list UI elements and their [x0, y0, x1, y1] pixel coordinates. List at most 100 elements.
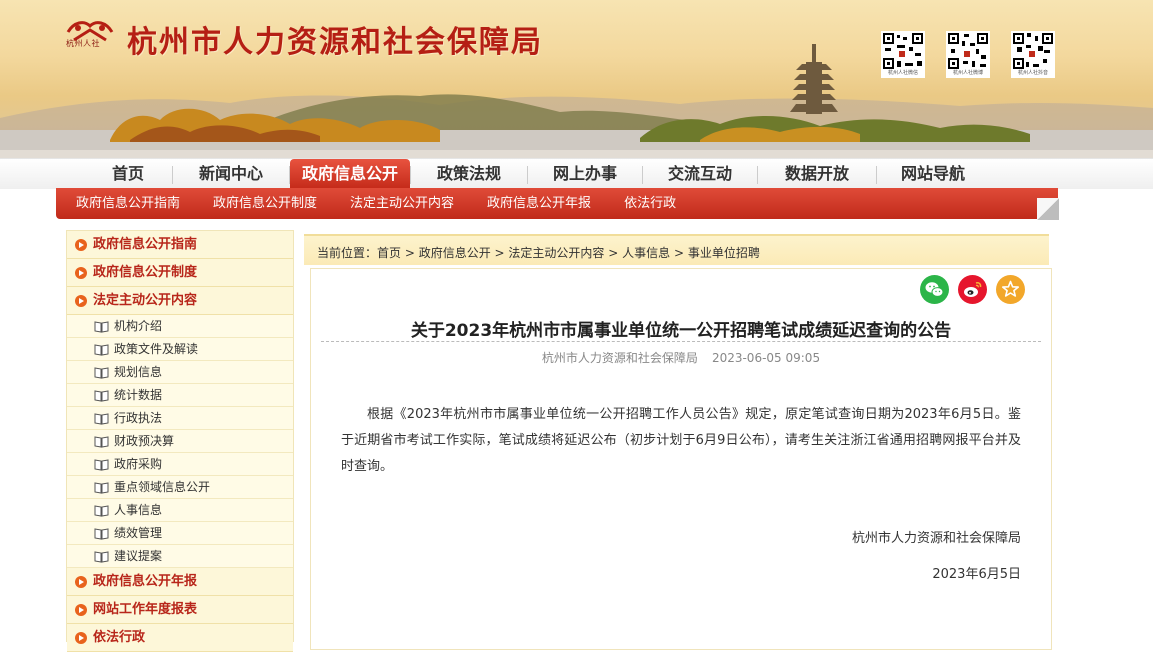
book-icon — [94, 481, 109, 494]
qr-code-2: 杭州人社微博 — [946, 31, 990, 78]
site-title: 杭州市人力资源和社会保障局 — [127, 25, 543, 60]
weibo-icon — [958, 275, 987, 304]
sidebar-cat-system[interactable]: 政府信息公开制度 — [67, 259, 293, 287]
article-title: 关于2023年杭州市市属事业单位统一公开招聘笔试成绩延迟查询的公告 — [410, 321, 952, 341]
sidebar-item-label: 统计数据 — [114, 388, 163, 402]
sidebar-cat-label: 网站工作年度报表 — [93, 602, 198, 617]
sidebar-cat-statutory-content[interactable]: 法定主动公开内容 — [67, 287, 293, 315]
nav-policy[interactable]: 政策法规 — [411, 159, 527, 189]
sidebar-item-label: 行政执法 — [114, 411, 163, 425]
main-nav: 首页 新闻中心 政府信息公开 政策法规 网上办事 交流互动 数据开放 网站导航 — [0, 158, 1153, 189]
book-icon — [94, 366, 109, 379]
sidebar: 政府信息公开指南 政府信息公开制度 法定主动公开内容 机构介绍 政策文件及解读 … — [66, 230, 294, 652]
qr-code-3: 杭州人社抖音 — [1011, 31, 1055, 78]
wechat-share-button[interactable] — [920, 275, 949, 304]
article-sign-date: 2023年6月5日 — [932, 567, 1021, 582]
arrow-bullet-icon — [75, 631, 87, 644]
breadcrumb-sep: > — [670, 246, 688, 260]
sidebar-item-statistics[interactable]: 统计数据 — [67, 384, 293, 407]
header-banner: 杭州人社 杭州市人力资源和社会保障局 杭州人社微信 杭州人社微博 杭州人社抖音 — [0, 0, 1153, 160]
weibo-share-button[interactable] — [958, 275, 987, 304]
sidebar-item-personnel[interactable]: 人事信息 — [67, 499, 293, 522]
sidebar-item-policy-docs[interactable]: 政策文件及解读 — [67, 338, 293, 361]
nav-interaction[interactable]: 交流互动 — [643, 159, 757, 189]
sidebar-item-label: 建议提案 — [114, 549, 163, 563]
breadcrumb-personnel[interactable]: 人事信息 — [622, 246, 670, 260]
sidebar-cat-label: 依法行政 — [93, 630, 146, 645]
arrow-bullet-icon — [75, 575, 87, 588]
book-icon — [94, 550, 109, 563]
title-divider — [321, 341, 1041, 342]
sidebar-item-budget[interactable]: 财政预决算 — [67, 430, 293, 453]
nav-news[interactable]: 新闻中心 — [173, 159, 289, 189]
sidebar-cat-label: 政府信息公开制度 — [93, 265, 198, 280]
breadcrumb-home[interactable]: 首页 — [377, 246, 401, 260]
book-icon — [94, 412, 109, 425]
nav-site-map[interactable]: 网站导航 — [877, 159, 989, 189]
sidebar-cat-label: 政府信息公开指南 — [93, 237, 198, 252]
arrow-bullet-icon — [75, 603, 87, 616]
subnav-system[interactable]: 政府信息公开制度 — [213, 188, 317, 219]
arrow-bullet-icon — [75, 238, 87, 251]
article-meta: 杭州市人力资源和社会保障局 2023-06-05 09:05 — [311, 349, 1051, 366]
wechat-icon — [920, 275, 949, 304]
article-body: 根据《2023年杭州市市属事业单位统一公开招聘工作人员公告》规定，原定笔试查询日… — [341, 407, 1021, 474]
arrow-bullet-icon — [75, 266, 87, 279]
nav-data-open[interactable]: 数据开放 — [758, 159, 876, 189]
sidebar-cat-annual-report[interactable]: 政府信息公开年报 — [67, 568, 293, 596]
breadcrumb-prefix: 当前位置： — [317, 246, 378, 260]
book-icon — [94, 458, 109, 471]
sidebar-cat-law-admin[interactable]: 依法行政 — [67, 624, 293, 652]
breadcrumb-gov-info[interactable]: 政府信息公开 — [419, 246, 491, 260]
sidebar-item-label: 绩效管理 — [114, 526, 163, 540]
sidebar-item-proposals[interactable]: 建议提案 — [67, 545, 293, 568]
sub-nav: 政府信息公开指南 政府信息公开制度 法定主动公开内容 政府信息公开年报 依法行政 — [56, 188, 1059, 220]
breadcrumb-sep: > — [401, 246, 419, 260]
book-icon — [94, 343, 109, 356]
page-curl-decoration — [1037, 198, 1059, 220]
sidebar-cat-label: 法定主动公开内容 — [93, 293, 198, 308]
sidebar-cat-site-report[interactable]: 网站工作年度报表 — [67, 596, 293, 624]
breadcrumb-statutory[interactable]: 法定主动公开内容 — [508, 246, 604, 260]
favorite-button[interactable] — [996, 275, 1025, 304]
nav-home[interactable]: 首页 — [84, 159, 172, 189]
sidebar-item-label: 人事信息 — [114, 503, 163, 517]
sidebar-item-label: 政府采购 — [114, 457, 163, 471]
breadcrumb-sep: > — [490, 246, 509, 260]
article-source: 杭州市人力资源和社会保障局 — [541, 351, 698, 365]
sidebar-item-planning[interactable]: 规划信息 — [67, 361, 293, 384]
sidebar-item-performance[interactable]: 绩效管理 — [67, 522, 293, 545]
sidebar-cat-label: 政府信息公开年报 — [93, 574, 198, 589]
sidebar-cat-guide[interactable]: 政府信息公开指南 — [67, 231, 293, 259]
sidebar-item-procurement[interactable]: 政府采购 — [67, 453, 293, 476]
book-icon — [94, 527, 109, 540]
subnav-guide[interactable]: 政府信息公开指南 — [76, 188, 180, 219]
sidebar-item-label: 财政预决算 — [114, 434, 175, 448]
nav-gov-info-open[interactable]: 政府信息公开 — [290, 159, 410, 189]
sidebar-item-label: 重点领域信息公开 — [114, 480, 211, 494]
article-date: 2023-06-05 09:05 — [711, 351, 821, 365]
subnav-law-admin[interactable]: 依法行政 — [624, 188, 676, 219]
sidebar-item-enforcement[interactable]: 行政执法 — [67, 407, 293, 430]
nav-online-service[interactable]: 网上办事 — [528, 159, 642, 189]
breadcrumb-sep: > — [604, 246, 623, 260]
sidebar-item-key-areas[interactable]: 重点领域信息公开 — [67, 476, 293, 499]
logo-text: 杭州人社 — [66, 39, 100, 48]
book-icon — [94, 435, 109, 448]
book-icon — [94, 389, 109, 402]
sidebar-item-label: 规划信息 — [114, 365, 163, 379]
breadcrumb-recruitment[interactable]: 事业单位招聘 — [688, 246, 760, 260]
arrow-bullet-icon — [75, 294, 87, 307]
breadcrumb: 当前位置：首页 > 政府信息公开 > 法定主动公开内容 > 人事信息 > 事业单… — [304, 234, 1049, 265]
subnav-annual-report[interactable]: 政府信息公开年报 — [487, 188, 591, 219]
article-signature: 杭州市人力资源和社会保障局 — [851, 531, 1021, 546]
share-buttons — [920, 275, 1025, 304]
sidebar-item-label: 政策文件及解读 — [114, 342, 199, 356]
star-icon — [996, 275, 1025, 304]
subnav-statutory-content[interactable]: 法定主动公开内容 — [350, 188, 454, 219]
book-icon — [94, 504, 109, 517]
sidebar-item-label: 机构介绍 — [114, 319, 163, 333]
book-icon — [94, 320, 109, 333]
article-panel: 关于2023年杭州市市属事业单位统一公开招聘笔试成绩延迟查询的公告 杭州市人力资… — [310, 268, 1052, 650]
sidebar-item-org-intro[interactable]: 机构介绍 — [67, 315, 293, 338]
